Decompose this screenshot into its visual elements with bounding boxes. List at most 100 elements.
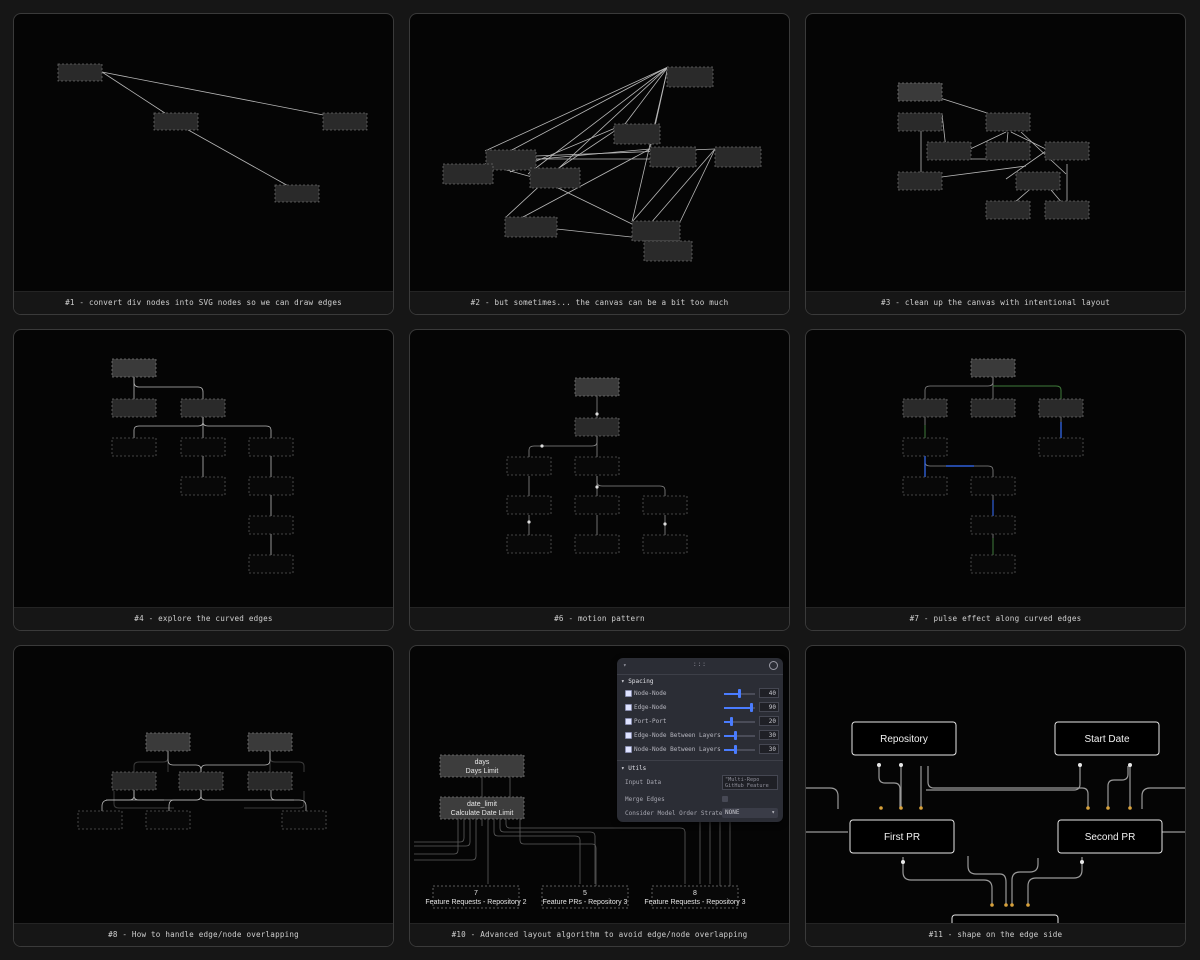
node[interactable]: [1044, 141, 1090, 161]
node[interactable]: [574, 456, 620, 476]
node[interactable]: [247, 771, 293, 791]
node[interactable]: [970, 476, 1016, 496]
collapse-caret-icon[interactable]: ▾: [623, 662, 627, 669]
node[interactable]: [506, 534, 552, 554]
checkbox[interactable]: [625, 746, 632, 753]
node[interactable]: [666, 66, 714, 88]
slider-value[interactable]: 90: [759, 702, 779, 712]
section-spacing[interactable]: ▾ Spacing: [621, 678, 654, 685]
node[interactable]: [1038, 437, 1084, 457]
node[interactable]: [897, 112, 943, 132]
node[interactable]: [574, 495, 620, 515]
node[interactable]: [643, 240, 693, 262]
node[interactable]: [574, 534, 620, 554]
node[interactable]: [274, 184, 320, 203]
node[interactable]: [506, 456, 552, 476]
section-utils[interactable]: ▾ Utils: [621, 765, 646, 772]
node[interactable]: [897, 171, 943, 191]
node[interactable]: [529, 167, 581, 189]
node[interactable]: [111, 771, 157, 791]
checkbox[interactable]: [625, 690, 632, 697]
node[interactable]: [153, 112, 199, 131]
node[interactable]: [970, 554, 1016, 574]
node[interactable]: [649, 146, 697, 168]
node[interactable]: [642, 534, 688, 554]
drag-handle-icon[interactable]: :::: [693, 661, 707, 668]
box-second-pr[interactable]: Second PR: [1057, 819, 1163, 854]
node[interactable]: [111, 398, 157, 418]
slider-value[interactable]: 30: [759, 730, 779, 740]
node[interactable]: [642, 495, 688, 515]
node[interactable]: [248, 437, 294, 457]
node[interactable]: [902, 398, 948, 418]
graph-node-days[interactable]: days Days Limit: [439, 754, 525, 778]
slider-value[interactable]: 30: [759, 744, 779, 754]
graph-node-feature-prs-repo-3[interactable]: 5 Feature PRs - Repository 3: [541, 885, 629, 909]
node[interactable]: [970, 515, 1016, 535]
node[interactable]: [57, 63, 103, 82]
node[interactable]: [180, 398, 226, 418]
settings-icon[interactable]: [769, 661, 778, 670]
slider-handle[interactable]: [734, 731, 737, 740]
node[interactable]: [248, 554, 294, 574]
node[interactable]: [1015, 171, 1061, 191]
node[interactable]: [145, 810, 191, 830]
node[interactable]: [613, 123, 661, 145]
node[interactable]: [111, 358, 157, 378]
node[interactable]: [985, 112, 1031, 132]
graph-node-date-limit[interactable]: date_limit Calculate Date Limit: [439, 796, 525, 820]
slider-label: Node-Node Between Layers: [634, 746, 721, 753]
node[interactable]: [926, 141, 972, 161]
slider-value[interactable]: 20: [759, 716, 779, 726]
slider-row-port-port: Port-Port 20: [625, 716, 779, 727]
node[interactable]: [248, 476, 294, 496]
node[interactable]: [902, 476, 948, 496]
box-first-pr[interactable]: First PR: [849, 819, 955, 854]
node[interactable]: [248, 515, 294, 535]
slider-handle[interactable]: [738, 689, 741, 698]
node[interactable]: [180, 437, 226, 457]
node[interactable]: [145, 732, 191, 752]
node[interactable]: [1038, 398, 1084, 418]
node[interactable]: [504, 216, 558, 238]
node[interactable]: [506, 495, 552, 515]
model-order-select[interactable]: NONE ▾: [722, 808, 778, 818]
node[interactable]: [247, 732, 293, 752]
node[interactable]: [574, 377, 620, 397]
node[interactable]: [714, 146, 762, 168]
node[interactable]: [1044, 200, 1090, 220]
node[interactable]: [985, 200, 1031, 220]
panel-header[interactable]: ▾ :::: [617, 658, 783, 675]
box-start-date[interactable]: Start Date: [1054, 721, 1160, 756]
graph-node-feature-requests-repo-2[interactable]: 7 Feature Requests - Repository 2: [425, 885, 527, 909]
slider-handle[interactable]: [750, 703, 753, 712]
checkbox[interactable]: [625, 732, 632, 739]
node-title: date_limit: [467, 801, 497, 808]
node[interactable]: [970, 358, 1016, 378]
node[interactable]: [897, 82, 943, 102]
node[interactable]: [631, 220, 681, 242]
node[interactable]: [178, 771, 224, 791]
node[interactable]: [985, 141, 1031, 161]
slider-value[interactable]: 40: [759, 688, 779, 698]
node[interactable]: [77, 810, 123, 830]
checkbox[interactable]: [625, 718, 632, 725]
slider-handle[interactable]: [734, 745, 737, 754]
checkbox[interactable]: [625, 704, 632, 711]
card-7: #7 - pulse effect along curved edges: [805, 329, 1186, 631]
merge-edges-toggle[interactable]: [722, 796, 728, 802]
node[interactable]: [485, 149, 537, 171]
node[interactable]: [281, 810, 327, 830]
node[interactable]: [322, 112, 368, 131]
input-data-textarea[interactable]: "Multi-Repo GitHub Feature: [722, 775, 778, 790]
node[interactable]: [180, 476, 226, 496]
node[interactable]: [970, 398, 1016, 418]
slider-handle[interactable]: [730, 717, 733, 726]
node[interactable]: [902, 437, 948, 457]
node[interactable]: [111, 437, 157, 457]
edge-dot: [1078, 763, 1082, 767]
node[interactable]: [574, 417, 620, 437]
graph-node-feature-requests-repo-3[interactable]: 8 Feature Requests - Repository 3: [644, 885, 746, 909]
node[interactable]: [442, 163, 494, 185]
box-repository[interactable]: Repository: [851, 721, 957, 756]
